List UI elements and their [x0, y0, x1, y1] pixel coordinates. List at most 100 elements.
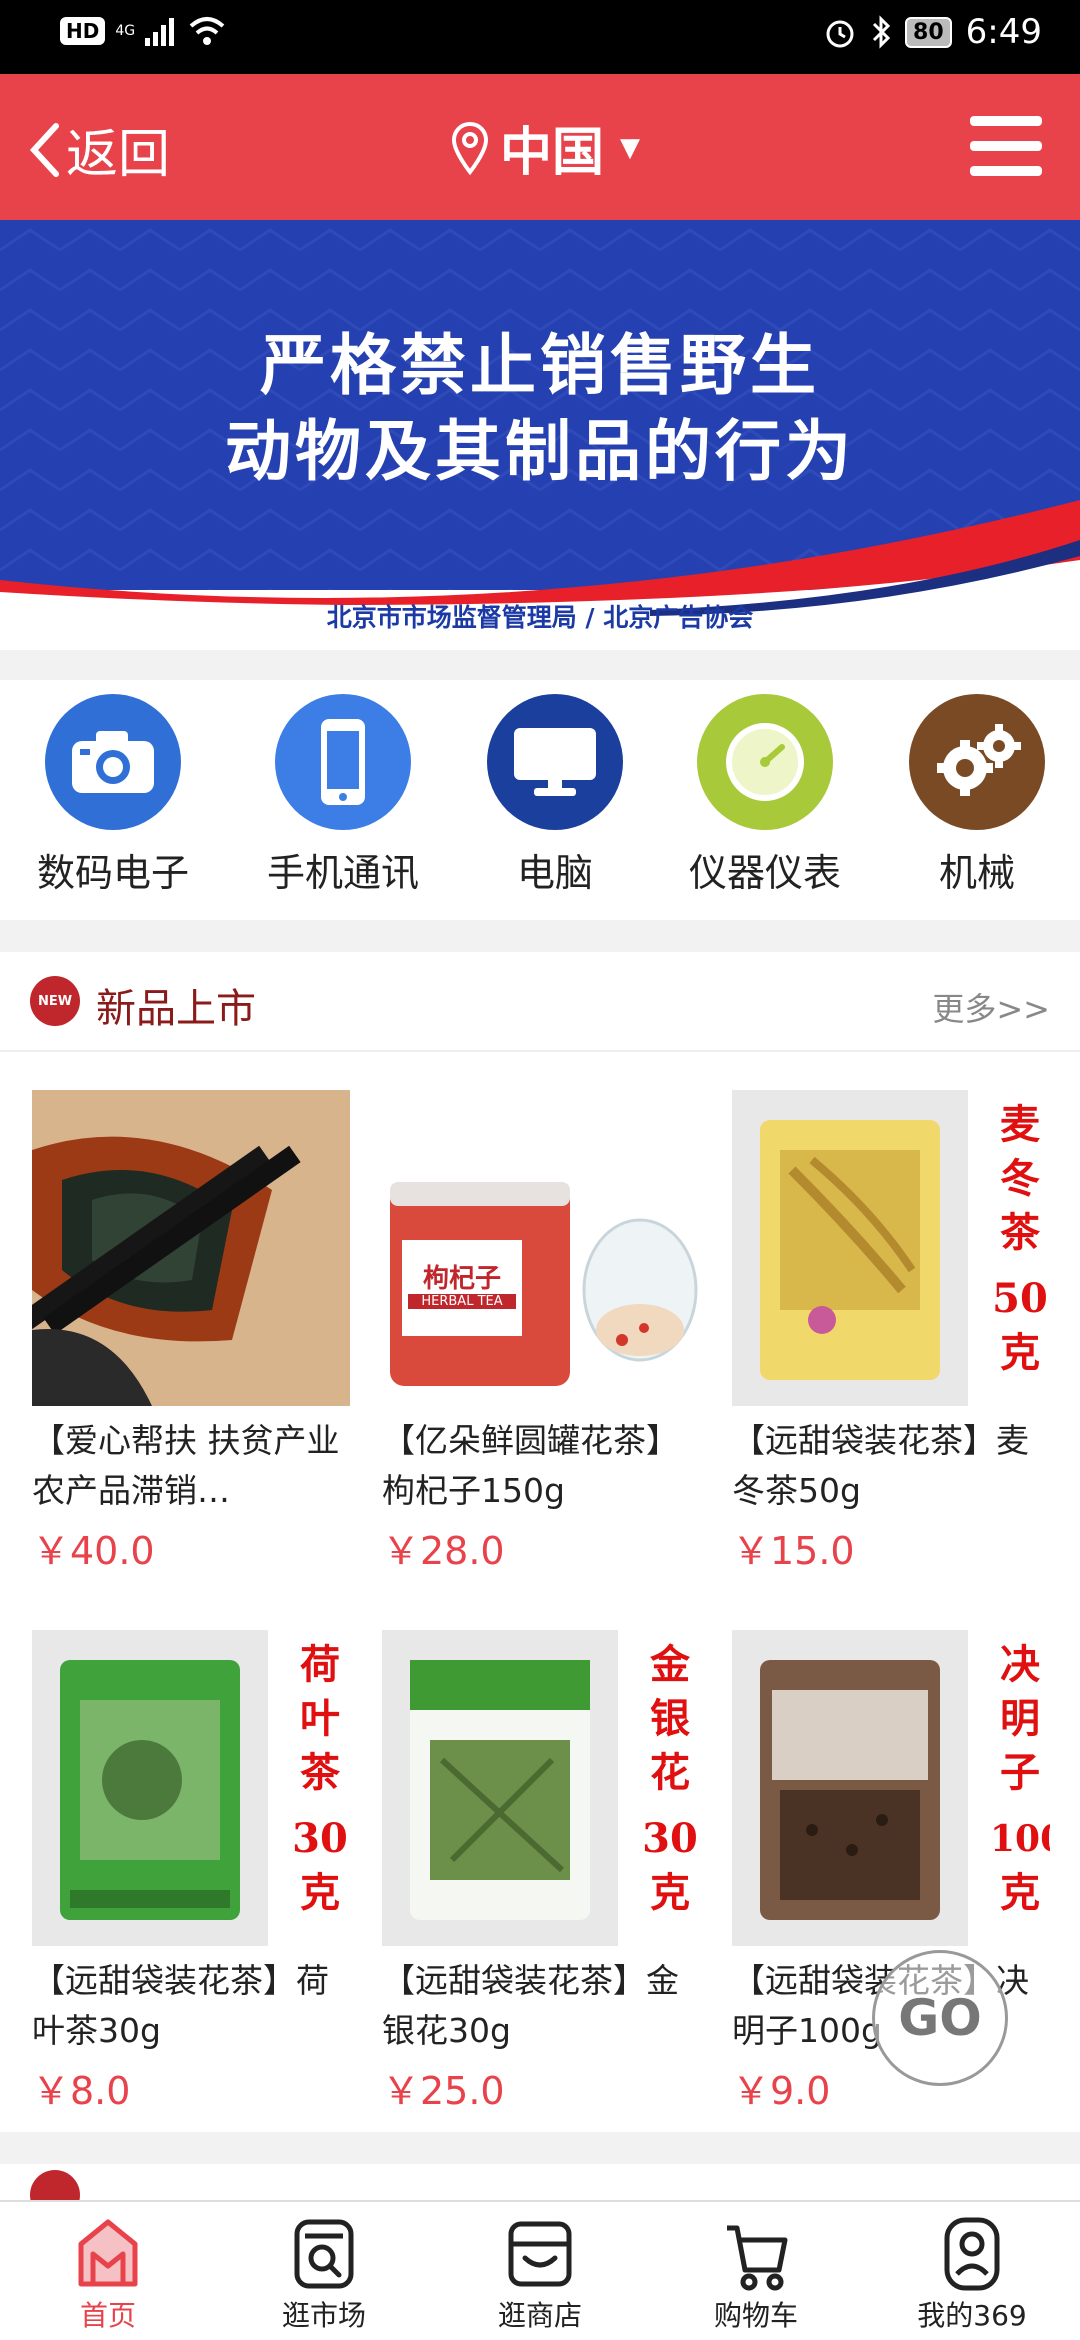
back-label: 返回: [66, 125, 171, 185]
go-button[interactable]: GO: [872, 1950, 1008, 2086]
monitor-icon: [514, 728, 596, 796]
side-char: 30: [292, 1815, 348, 1862]
side-char: 决: [1000, 1641, 1040, 1688]
menu-bar: [970, 141, 1042, 151]
side-char: 冬: [1000, 1155, 1040, 1202]
caret-down-icon: ▼: [620, 132, 641, 163]
product-name: 【远甜袋装花茶】麦冬茶50g: [732, 1421, 1029, 1510]
status-bar: HD 4G 80 6:49: [0, 0, 1080, 74]
category-label: 数码电子: [36, 851, 189, 895]
category-instruments[interactable]: 仪器仪表: [670, 694, 860, 897]
side-char: 麦: [1000, 1101, 1040, 1148]
tab-market[interactable]: 逛市场: [216, 2202, 432, 2340]
product-name: 【爱心帮扶 扶贫产业 农产品滞销…: [32, 1421, 340, 1510]
product-image-art: [382, 1090, 700, 1406]
side-char: 50: [992, 1275, 1048, 1322]
honeysuckle-bag-photo: 金 银 花 30 克: [382, 1630, 700, 1946]
tab-cart[interactable]: 购物车: [648, 2202, 864, 2340]
goji-jar-photo: 枸杞子 HERBAL TEA: [382, 1090, 700, 1406]
product-card[interactable]: 荷 叶 茶 30 克 【远甜袋装花茶】荷叶茶30g ￥8.0: [32, 1630, 352, 2115]
signal-icon: [145, 18, 175, 46]
side-vertical-text: 金 银 花 30 克: [640, 1638, 700, 1920]
category-icon-bg: [909, 694, 1045, 830]
side-char: 茶: [300, 1749, 340, 1796]
product-card[interactable]: 枸杞子 HERBAL TEA 【亿朵鲜圆罐花茶】枸杞子150g ￥28.0: [382, 1090, 702, 1575]
menu-button[interactable]: [970, 116, 1042, 176]
product-price: ￥9.0: [732, 2069, 831, 2113]
side-char: 金: [650, 1641, 690, 1688]
clock-time: 6:49: [965, 12, 1042, 52]
promo-banner[interactable]: 严格禁止销售野生 动物及其制品的行为 北京市市场监督管理局 / 北京广告协会: [0, 220, 1080, 650]
tab-home[interactable]: 首页: [0, 2202, 216, 2340]
side-char: 茶: [1000, 1209, 1040, 1256]
jar-label: 枸杞子: [422, 1264, 501, 1294]
cassia-bag-photo: 决 明 子 100 克: [732, 1630, 1050, 1946]
category-computer[interactable]: 电脑: [460, 694, 650, 897]
home-icon: [78, 2219, 138, 2287]
network-type: 4G: [115, 23, 136, 39]
category-label: 仪器仪表: [688, 851, 841, 895]
top-header: 返回 中国 ▼: [0, 74, 1080, 220]
side-vertical-text: 荷 叶 茶 30 克: [290, 1638, 350, 1920]
section-header: NEW 新品上市 更多>>: [0, 952, 1080, 1052]
side-char: 克: [300, 1869, 340, 1916]
clock-icon: [726, 723, 804, 801]
category-digital[interactable]: 数码电子: [18, 694, 208, 897]
product-price: ￥25.0: [382, 2069, 505, 2113]
camera-icon: [72, 731, 154, 793]
product-card[interactable]: 金 银 花 30 克 【远甜袋装花茶】金银花30g ￥25.0: [382, 1630, 702, 2115]
status-left: HD 4G: [60, 16, 225, 46]
battery-indicator: 80: [905, 16, 952, 48]
new-badge-icon: NEW: [30, 976, 80, 1026]
cart-icon: [727, 2225, 788, 2291]
category-mobile[interactable]: 手机通讯: [248, 694, 438, 897]
jar-sub: HERBAL TEA: [408, 1294, 516, 1309]
side-char: 克: [650, 1869, 690, 1916]
side-char: 明: [1000, 1695, 1040, 1742]
side-char: 克: [1000, 1329, 1040, 1376]
product-price: ￥8.0: [32, 2069, 131, 2113]
chevron-left-icon: [29, 122, 59, 177]
product-price: ￥28.0: [382, 1529, 505, 1573]
side-vertical-text: 决 明 子 100 克: [990, 1638, 1050, 1920]
menu-bar: [970, 166, 1042, 176]
banner-credit: 北京市市场监督管理局 / 北京广告协会: [326, 603, 754, 632]
category-label: 电脑: [516, 851, 593, 895]
wifi-icon: [189, 17, 225, 45]
tab-profile[interactable]: 我的369: [864, 2202, 1080, 2340]
gears-icon: [937, 724, 1021, 796]
menu-bar: [970, 116, 1042, 126]
bottom-tab-bar: 首页 逛市场 逛商店 购物车 我的369: [0, 2200, 1080, 2340]
location-label: 中国: [500, 123, 605, 183]
tab-label: 首页: [79, 2299, 136, 2332]
lotus-bag-photo: 荷 叶 茶 30 克: [32, 1630, 350, 1946]
side-char: 克: [1000, 1869, 1040, 1916]
category-row: 数码电子 手机通讯 电脑 仪器仪表 机械: [0, 680, 1080, 920]
tab-label: 我的369: [917, 2299, 1027, 2332]
product-name: 【亿朵鲜圆罐花茶】枸杞子150g: [382, 1421, 679, 1510]
side-char: 100: [990, 1818, 1050, 1860]
banner-headline-1: 严格禁止销售野生: [260, 327, 820, 404]
tab-store[interactable]: 逛商店: [432, 2202, 648, 2340]
tab-label: 购物车: [713, 2299, 798, 2332]
product-card[interactable]: 【爱心帮扶 扶贫产业 农产品滞销… ￥40.0: [32, 1090, 352, 1575]
category-machinery[interactable]: 机械: [882, 694, 1072, 897]
product-price: ￥15.0: [732, 1529, 855, 1573]
side-char: 银: [650, 1695, 690, 1742]
category-label: 手机通讯: [266, 851, 419, 895]
side-char: 荷: [300, 1641, 340, 1688]
location-selector[interactable]: 中国 ▼: [450, 110, 640, 185]
side-char: 花: [650, 1749, 690, 1796]
app-screen: HD 4G 80 6:49 返回 中国 ▼ 严格禁止销售野生 动物及其制品的行为…: [0, 0, 1080, 2340]
banner-headline-2: 动物及其制品的行为: [225, 413, 855, 490]
product-card[interactable]: 麦 冬 茶 50 克 【远甜袋装花茶】麦冬茶50g ￥15.0: [732, 1090, 1052, 1575]
category-icon-bg: [45, 694, 181, 830]
location-pin-icon: [451, 121, 489, 175]
more-link[interactable]: 更多>>: [932, 984, 1050, 1030]
phone-icon: [321, 719, 365, 805]
back-button[interactable]: 返回: [28, 112, 170, 187]
tab-label: 逛商店: [497, 2299, 582, 2332]
status-right: 80 6:49: [823, 12, 1042, 52]
category-icon-bg: [487, 694, 623, 830]
maidong-bag-photo: 麦 冬 茶 50 克: [732, 1090, 1050, 1406]
